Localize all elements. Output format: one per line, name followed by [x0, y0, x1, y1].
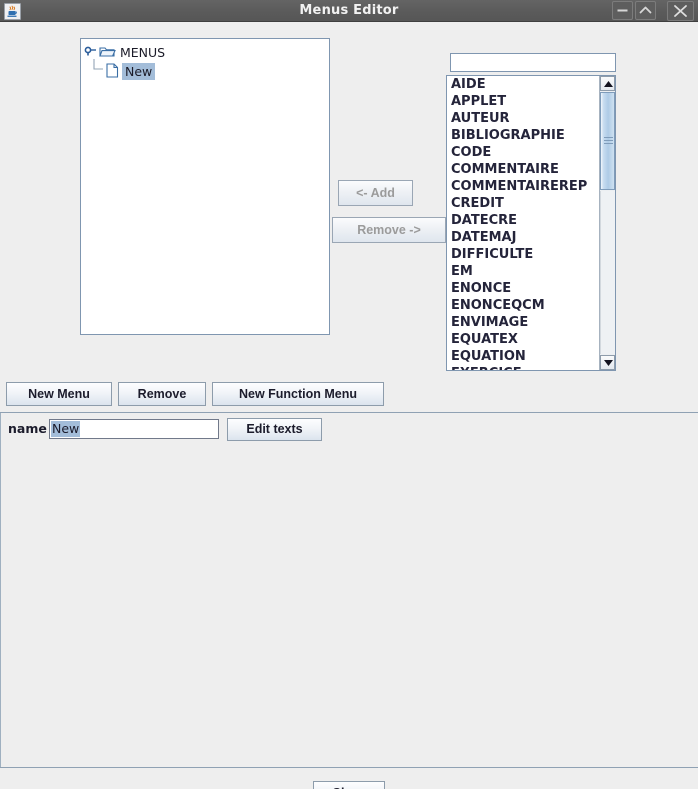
menus-tree-panel[interactable]: MENUS New: [80, 38, 330, 335]
tag-filter-input[interactable]: [450, 53, 616, 73]
scroll-down-arrow-icon[interactable]: [600, 355, 615, 370]
menus-editor-window: Menus Editor MENUS New <- Add Remove -> …: [0, 0, 698, 789]
close-button[interactable]: Close: [313, 781, 385, 789]
list-item[interactable]: EM: [451, 263, 600, 280]
remove-tag-button[interactable]: Remove ->: [332, 217, 446, 243]
list-item[interactable]: DIFFICULTE: [451, 246, 600, 263]
detail-panel-edge: [0, 413, 1, 767]
list-item[interactable]: EQUATEX: [451, 331, 600, 348]
scrollbar-thumb[interactable]: [600, 92, 615, 190]
maximize-icon[interactable]: [635, 1, 656, 20]
tree-node-label-root: MENUS: [120, 45, 166, 60]
tree-node-menus[interactable]: MENUS: [81, 44, 329, 62]
list-item[interactable]: CREDIT: [451, 195, 600, 212]
list-item[interactable]: APPLET: [451, 93, 600, 110]
list-item[interactable]: COMMENTAIREREP: [451, 178, 600, 195]
dialog-content: MENUS New <- Add Remove -> AIDE APPLET A…: [0, 22, 698, 789]
list-item[interactable]: CODE: [451, 144, 600, 161]
window-title: Menus Editor: [299, 3, 399, 18]
tree-node-label-new: New: [122, 63, 156, 80]
tag-list-items[interactable]: AIDE APPLET AUTEUR BIBLIOGRAPHIE CODE COMMENT…: [447, 76, 600, 370]
list-item[interactable]: DATECRE: [451, 212, 600, 229]
list-item[interactable]: AIDE: [451, 76, 600, 93]
list-item[interactable]: BIBLIOGRAPHIE: [451, 127, 600, 144]
close-icon[interactable]: [667, 1, 694, 21]
tree-node-new[interactable]: New: [81, 59, 329, 80]
scroll-up-arrow-icon[interactable]: [600, 76, 615, 91]
tag-list-panel[interactable]: AIDE APPLET AUTEUR BIBLIOGRAPHIE CODE COMMENT…: [446, 75, 616, 371]
list-item[interactable]: EQUATION: [451, 348, 600, 365]
list-item[interactable]: ENVIMAGE: [451, 314, 600, 331]
name-label: name: [8, 421, 47, 436]
add-button[interactable]: <- Add: [338, 180, 413, 206]
new-function-menu-button[interactable]: New Function Menu: [212, 382, 384, 406]
name-input[interactable]: New: [49, 419, 219, 439]
name-input-value: New: [51, 421, 81, 437]
detail-panel: [0, 413, 698, 767]
list-item[interactable]: EXERCICE: [451, 365, 600, 370]
list-item[interactable]: COMMENTAIRE: [451, 161, 600, 178]
new-menu-button[interactable]: New Menu: [6, 382, 112, 406]
minimize-icon[interactable]: [612, 1, 633, 20]
list-item[interactable]: DATEMAJ: [451, 229, 600, 246]
tag-filter-input-field[interactable]: [451, 56, 615, 73]
window-titlebar: Menus Editor: [0, 0, 698, 22]
edit-texts-button[interactable]: Edit texts: [227, 418, 322, 441]
bottom-separator: [0, 767, 698, 768]
list-item[interactable]: ENONCEQCM: [451, 297, 600, 314]
remove-menu-button[interactable]: Remove: [118, 382, 206, 406]
tag-list-scrollbar[interactable]: [599, 76, 615, 370]
list-item[interactable]: ENONCE: [451, 280, 600, 297]
scrollbar-track[interactable]: [600, 191, 615, 354]
list-item[interactable]: AUTEUR: [451, 110, 600, 127]
